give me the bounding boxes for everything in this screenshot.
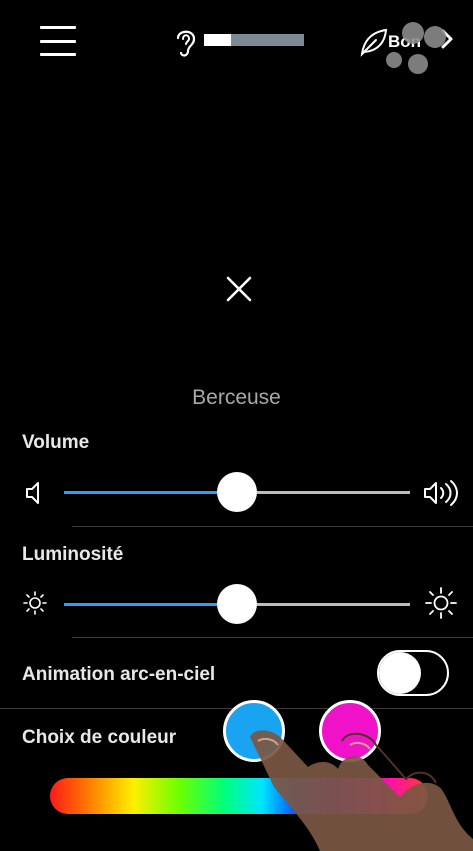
close-icon[interactable] [224, 274, 254, 304]
touch-gesture-hand-icon [250, 730, 473, 851]
brightness-slider-handle[interactable] [217, 584, 257, 624]
rainbow-animation-label: Animation arc-en-ciel [22, 664, 216, 685]
volume-slider-handle[interactable] [217, 472, 257, 512]
noise-level-fill [204, 34, 231, 46]
menu-line [40, 39, 76, 43]
toggle-knob [379, 652, 421, 694]
leaf-icon [360, 28, 388, 57]
brightness-slider-fill [64, 603, 237, 606]
color-choice-label: Choix de couleur [22, 727, 177, 748]
touch-indicator-dot [402, 22, 424, 44]
sun-bright-icon [425, 587, 457, 619]
volume-label: Volume [22, 432, 90, 453]
touch-indicator-dot [386, 52, 402, 68]
touch-indicator-dot [424, 26, 446, 48]
mode-name: Berceuse [192, 386, 281, 409]
menu-line [40, 53, 76, 56]
sun-dim-icon [23, 591, 47, 615]
speaker-high-icon [424, 480, 458, 506]
divider [72, 526, 473, 527]
divider [72, 637, 473, 638]
speaker-low-icon [26, 482, 39, 504]
menu-line [40, 26, 76, 29]
menu-button[interactable] [40, 26, 76, 56]
ear-icon [176, 30, 196, 57]
volume-slider-fill [64, 491, 237, 494]
brightness-label: Luminosité [22, 544, 124, 565]
touch-indicator-dot [408, 54, 428, 74]
